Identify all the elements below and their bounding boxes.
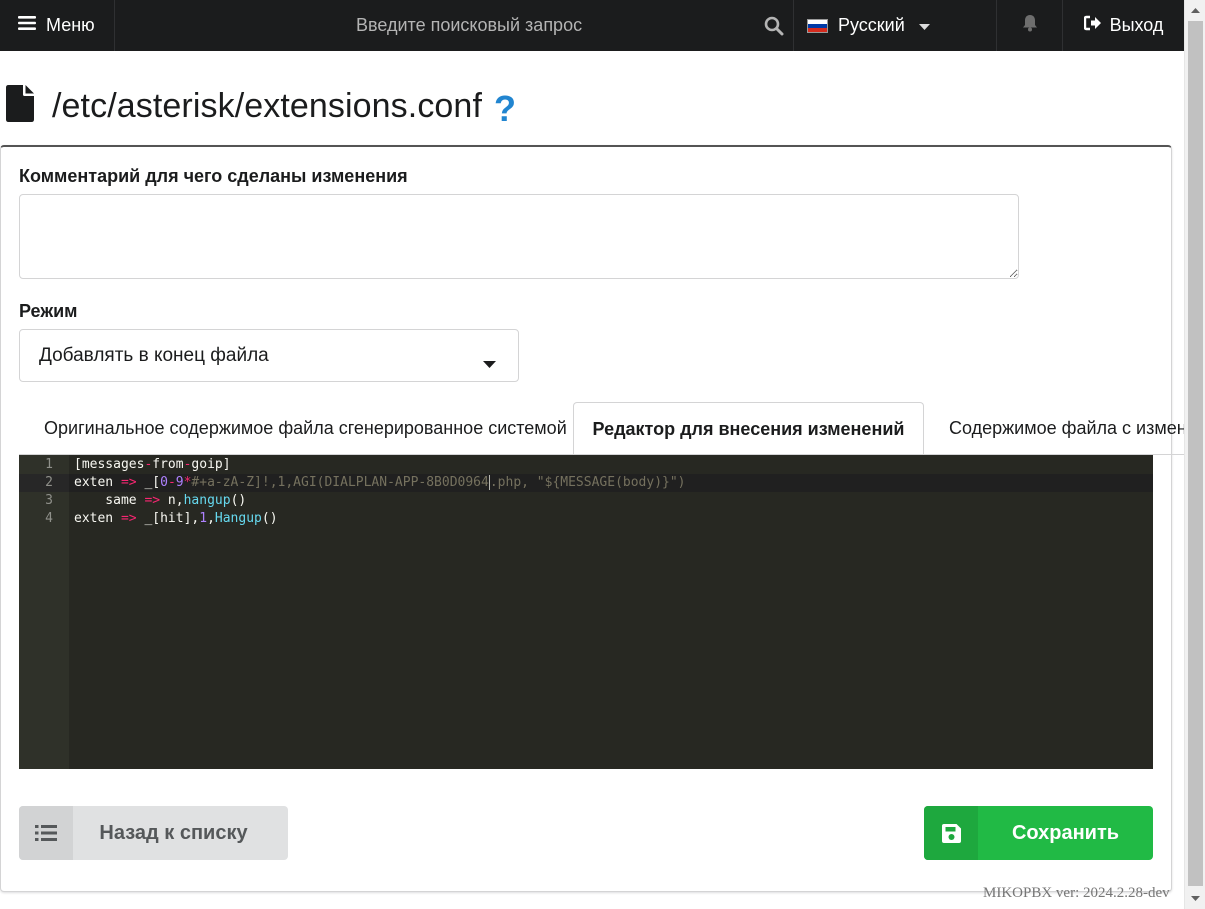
- search-input[interactable]: [116, 0, 756, 51]
- logout-button[interactable]: Выход: [1063, 0, 1184, 51]
- bars-icon: [18, 15, 36, 36]
- logout-label: Выход: [1109, 15, 1164, 35]
- text-cursor: [488, 475, 490, 490]
- editor-line: 1 [messages-from-goip]: [19, 456, 1153, 474]
- tab-original-content[interactable]: Оригинальное содержимое файла сгенериров…: [44, 402, 567, 454]
- comment-label: Комментарий для чего сделаны изменения: [19, 166, 408, 186]
- help-icon[interactable]: ?: [494, 88, 516, 130]
- search-bar: [115, 0, 794, 51]
- save-button[interactable]: Сохранить: [924, 806, 1153, 860]
- file-icon: [6, 85, 34, 127]
- mode-label: Режим: [19, 301, 78, 321]
- list-icon: [19, 806, 73, 860]
- line-number: 4: [45, 511, 53, 526]
- caret-down-icon: [483, 353, 496, 375]
- code-line-3: same => n,hangup(): [74, 493, 247, 508]
- page-header: /etc/asterisk/extensions.conf ?: [6, 84, 516, 130]
- code-line-2: exten => _[0-9*#+a-zA-Z]!,1,AGI(DIALPLAN…: [74, 475, 686, 490]
- code-editor[interactable]: 1 [messages-from-goip] 2 exten => _[0-9*…: [19, 455, 1153, 769]
- editor-line-active: 2 exten => _[0-9*#+a-zA-Z]!,1,AGI(DIALPL…: [19, 474, 1153, 492]
- code-line-1: [messages-from-goip]: [74, 457, 231, 472]
- line-number: 2: [19, 474, 69, 492]
- scroll-up-icon[interactable]: [1185, 2, 1205, 19]
- caret-down-icon: [918, 15, 930, 36]
- sign-out-icon: [1083, 15, 1102, 36]
- tab-result-content[interactable]: Содержимое файла с изменениями: [949, 402, 1184, 454]
- tab-editor[interactable]: Редактор для внесения изменений: [573, 402, 924, 454]
- scroll-down-icon[interactable]: [1185, 890, 1205, 907]
- editor-lines: 1 [messages-from-goip] 2 exten => _[0-9*…: [19, 456, 1153, 528]
- scrollbar-thumb[interactable]: [1188, 21, 1203, 886]
- mode-dropdown[interactable]: Добавлять в конец файла: [19, 329, 519, 382]
- ru-flag-icon: [807, 18, 828, 33]
- comment-field[interactable]: [19, 194, 1019, 279]
- editor-line: 3 same => n,hangup(): [19, 492, 1153, 510]
- line-number: 1: [45, 457, 53, 472]
- menu-label: Меню: [46, 15, 95, 35]
- version-label: MIKOPBX ver: 2024.2.28-dev: [983, 885, 1170, 901]
- editor-line: 4 exten => _[hit],1,Hangup(): [19, 510, 1153, 528]
- notifications-button[interactable]: [997, 0, 1063, 51]
- line-number: 3: [45, 493, 53, 508]
- save-icon: [924, 806, 978, 860]
- page-title: /etc/asterisk/extensions.conf: [52, 86, 482, 125]
- top-menu-bar: Меню Русский Выход: [0, 0, 1184, 51]
- code-line-4: exten => _[hit],1,Hangup(): [74, 511, 278, 526]
- search-icon[interactable]: [755, 0, 793, 51]
- tab-menu: Оригинальное содержимое файла сгенериров…: [19, 402, 1184, 455]
- language-label: Русский: [838, 15, 905, 35]
- vertical-scrollbar[interactable]: [1184, 0, 1205, 909]
- back-button-label: Назад к списку: [99, 821, 248, 844]
- mode-selected-value: Добавлять в конец файла: [39, 344, 269, 366]
- language-selector[interactable]: Русский: [794, 0, 997, 51]
- bell-icon: [1022, 14, 1038, 37]
- menu-button[interactable]: Меню: [0, 0, 115, 51]
- save-button-label: Сохранить: [1011, 821, 1120, 844]
- back-to-list-button[interactable]: Назад к списку: [19, 806, 288, 860]
